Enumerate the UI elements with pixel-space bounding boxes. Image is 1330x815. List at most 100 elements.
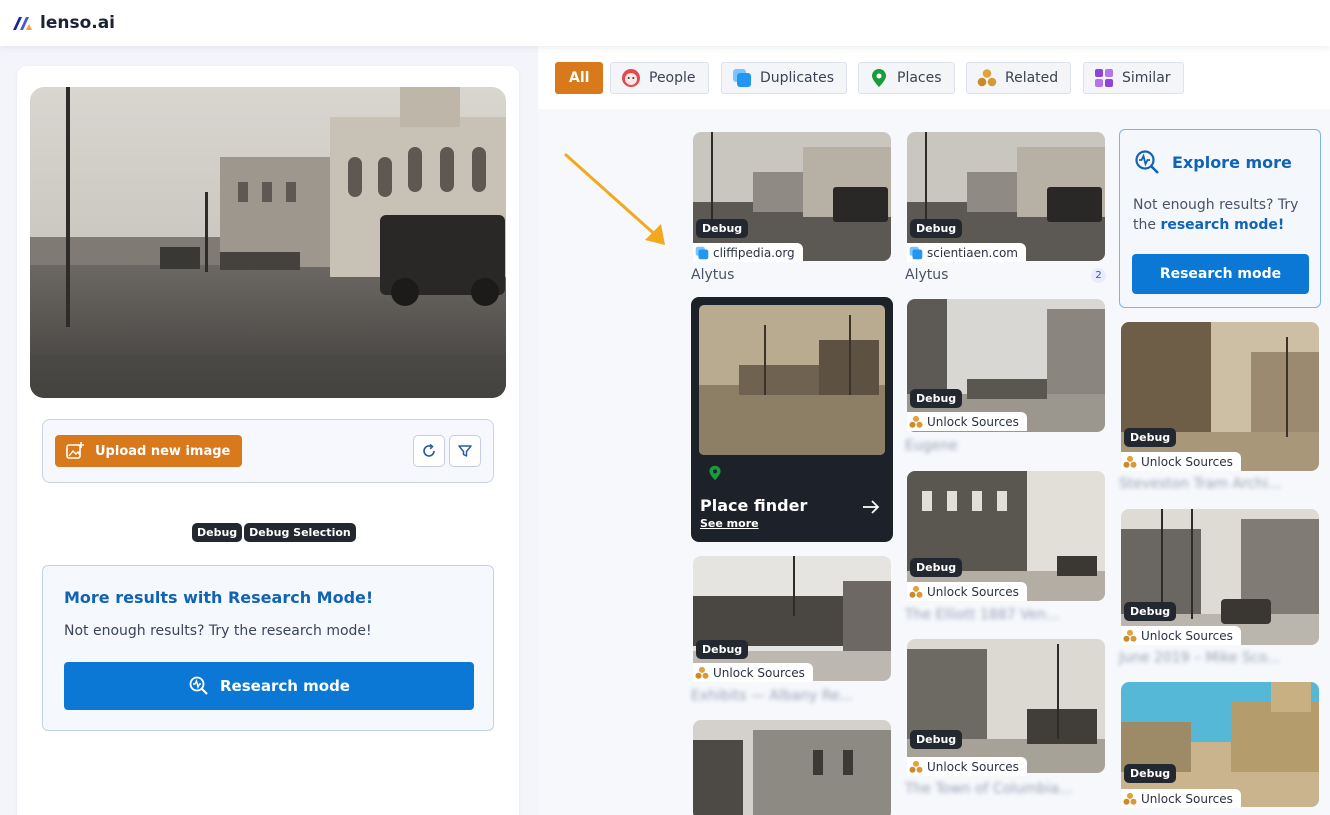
query-photo — [30, 87, 506, 398]
unlock-sources-button[interactable]: Unlock Sources — [1121, 626, 1241, 645]
refresh-icon — [423, 443, 435, 457]
logo[interactable]: lenso.ai — [12, 13, 115, 33]
blurred-result-title: Steveston Tram Archi... — [1119, 476, 1282, 492]
research-search-icon — [189, 676, 208, 695]
debug-tag: Debug — [696, 640, 749, 659]
place-finder-see-more[interactable]: See more — [700, 517, 759, 530]
debug-tag: Debug — [910, 389, 963, 408]
image-add-icon — [66, 442, 84, 459]
result-card[interactable]: Debug Unlock Sources June 2019 – Mike Sc… — [1119, 509, 1319, 669]
debug-tag: Debug — [1124, 764, 1177, 783]
upload-new-image-button[interactable]: Upload new image — [55, 435, 243, 467]
tab-similar[interactable]: Similar — [1083, 62, 1184, 94]
unlock-sources-label: Unlock Sources — [1141, 792, 1233, 806]
tab-similar-label: Similar — [1122, 70, 1171, 86]
result-card[interactable]: Debug Unlock Sources Steveston Tram Arch… — [1119, 322, 1319, 496]
debug-tag: Debug — [696, 219, 749, 238]
filter-icon — [458, 445, 472, 457]
research-promo-subtitle: Not enough results? Try the research mod… — [64, 623, 372, 639]
tab-places-label: Places — [897, 70, 942, 86]
research-mode-promo: More results with Research Mode! Not eno… — [42, 565, 494, 731]
grid-icon — [1095, 69, 1113, 87]
blurred-result-title: Exhibits — Albany Re... — [691, 688, 853, 704]
related-icon — [909, 760, 923, 773]
unlock-sources-label: Unlock Sources — [1141, 629, 1233, 643]
source-link[interactable]: scientiaen.com — [907, 243, 1026, 262]
filter-tabs: All People Duplicates Places Related Sim… — [538, 46, 1330, 109]
related-icon — [695, 666, 709, 679]
image-toolbar: Upload new image — [42, 419, 494, 483]
tab-places[interactable]: Places — [858, 62, 955, 94]
tab-duplicates-label: Duplicates — [760, 70, 834, 86]
result-card[interactable]: Debug Unlock Sources Exhibits — Albany R… — [691, 556, 891, 708]
map-pin-icon — [872, 69, 886, 87]
debug-tag: Debug — [1124, 602, 1177, 621]
explore-more-card: Explore more Not enough results? Try the… — [1119, 129, 1321, 308]
research-search-icon — [1135, 150, 1159, 174]
result-thumbnail — [907, 132, 1105, 261]
source-domain: cliffipedia.org — [713, 246, 795, 260]
result-title: Alytus — [691, 267, 735, 283]
query-panel: Upload new image Debug Debug Selection M… — [17, 66, 519, 815]
blurred-result-title: Eugene — [905, 438, 958, 454]
place-pin-badge — [700, 458, 730, 488]
result-title: Alytus — [905, 267, 949, 283]
tab-people[interactable]: People — [610, 62, 709, 94]
result-thumbnail — [907, 639, 1105, 773]
debug-selection-badge[interactable]: Debug Selection — [244, 523, 356, 542]
result-card[interactable]: Debug Unlock Sources Eugene — [905, 299, 1105, 459]
result-card[interactable] — [693, 720, 891, 815]
place-finder-card[interactable]: Place finder See more — [691, 297, 893, 542]
result-thumbnail — [1121, 509, 1319, 645]
related-icon — [909, 415, 923, 428]
place-finder-thumbnail — [699, 305, 885, 455]
duplicate-icon — [909, 246, 923, 260]
source-domain: scientiaen.com — [927, 246, 1018, 260]
debug-tag: Debug — [910, 558, 963, 577]
refresh-button[interactable] — [413, 435, 445, 467]
unlock-sources-button[interactable]: Unlock Sources — [907, 582, 1027, 601]
explore-research-mode-button[interactable]: Research mode — [1132, 254, 1309, 294]
research-promo-title: More results with Research Mode! — [64, 588, 374, 607]
debug-tag: Debug — [910, 219, 963, 238]
tab-related[interactable]: Related — [966, 62, 1072, 94]
tab-related-label: Related — [1005, 70, 1059, 86]
blurred-result-title: June 2019 – Mike Sco... — [1119, 650, 1281, 666]
research-mode-link[interactable]: research mode! — [1160, 217, 1284, 233]
unlock-sources-button[interactable]: Unlock Sources — [1121, 789, 1241, 808]
result-thumbnail — [693, 132, 891, 261]
result-card[interactable]: Debug scientiaen.com Alytus 2 — [905, 132, 1106, 292]
tab-all[interactable]: All — [555, 62, 604, 94]
result-card[interactable]: Debug Unlock Sources The Town of Columbi… — [905, 639, 1105, 799]
filter-button[interactable] — [449, 435, 481, 467]
related-icon — [1123, 455, 1137, 468]
result-card[interactable]: Debug Unlock Sources — [1121, 682, 1319, 812]
related-icon — [1123, 629, 1137, 642]
unlock-sources-button[interactable]: Unlock Sources — [1121, 452, 1241, 471]
research-mode-button[interactable]: Research mode — [64, 662, 474, 710]
unlock-sources-label: Unlock Sources — [1141, 455, 1233, 469]
tab-people-label: People — [649, 70, 696, 86]
face-icon — [622, 69, 640, 87]
unlock-sources-button[interactable]: Unlock Sources — [907, 412, 1027, 431]
unlock-sources-button[interactable]: Unlock Sources — [907, 757, 1027, 776]
logo-text: lenso.ai — [40, 13, 116, 33]
unlock-sources-label: Unlock Sources — [927, 585, 1019, 599]
duplicate-icon — [733, 69, 751, 87]
result-card[interactable]: Debug cliffipedia.org Alytus — [691, 132, 891, 292]
result-card[interactable]: Debug Unlock Sources The Elliott 1887 Ve… — [905, 471, 1105, 627]
debug-badges: Debug Debug Selection — [192, 523, 356, 542]
tab-duplicates[interactable]: Duplicates — [721, 62, 847, 94]
source-link[interactable]: cliffipedia.org — [693, 243, 803, 262]
arrow-right-icon[interactable] — [862, 500, 880, 514]
query-image — [30, 87, 506, 398]
arrow-annotation — [564, 153, 665, 245]
duplicate-count-badge: 2 — [1091, 268, 1106, 283]
map-pin-icon — [709, 465, 721, 481]
related-icon — [1123, 792, 1137, 805]
debug-badge[interactable]: Debug — [192, 523, 243, 542]
place-finder-title: Place finder — [700, 496, 808, 515]
unlock-sources-button[interactable]: Unlock Sources — [693, 663, 813, 682]
tab-all-label: All — [569, 70, 590, 86]
results-area: All People Duplicates Places Related Sim… — [538, 46, 1330, 815]
